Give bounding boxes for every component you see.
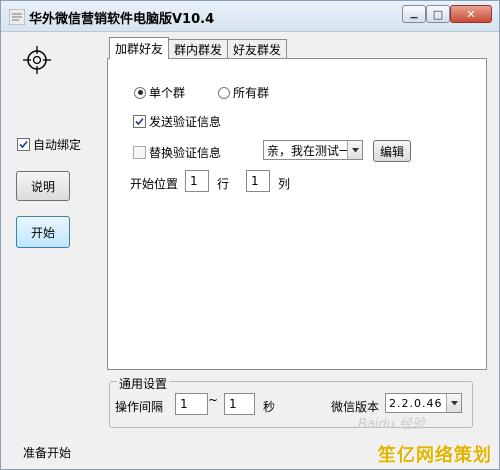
verify-message-value: 亲，我在测试一 [267, 143, 347, 158]
main-window: 华外微信营销软件电脑版V10.4 ▁ □ ✕ 自动绑定 说明 开始 加群好友 群… [0, 0, 500, 470]
send-verify-label: 发送验证信息 [149, 115, 222, 129]
watermark-text: Baidu 经验 [358, 417, 426, 432]
tab-add-group-friends[interactable]: 加群好友 [109, 37, 169, 59]
start-col-input[interactable]: 1 [246, 170, 270, 192]
status-text: 准备开始 [23, 446, 72, 460]
tab-group-broadcast[interactable]: 群内群发 [168, 39, 228, 58]
title-bar[interactable]: 华外微信营销软件电脑版V10.4 ▁ □ ✕ [1, 1, 499, 32]
brand-watermark: 笙亿网络策划 [378, 445, 492, 466]
close-icon: ✕ [466, 7, 476, 21]
edit-button[interactable]: 编辑 [373, 140, 411, 162]
auto-bind-checkbox[interactable]: 自动绑定 [17, 136, 81, 153]
chevron-down-icon[interactable] [347, 141, 362, 159]
common-settings-title: 通用设置 [117, 375, 170, 392]
minimize-icon: ▁ [410, 8, 418, 19]
radio-all-groups-dot[interactable] [218, 86, 230, 99]
checkmark-icon [135, 117, 144, 126]
interval-label: 操作间隔 [115, 400, 164, 414]
maximize-icon: □ [432, 7, 444, 21]
checkmark-icon [19, 140, 28, 149]
maximize-button[interactable]: □ [426, 5, 450, 23]
start-row-input[interactable]: 1 [185, 170, 209, 192]
window-title: 华外微信营销软件电脑版V10.4 [29, 12, 215, 27]
send-verify-checkbox[interactable]: 发送验证信息 [133, 113, 221, 130]
radio-single-group-label: 单个群 [149, 86, 186, 100]
interval-separator: ~ [208, 393, 219, 407]
radio-single-group-dot[interactable] [134, 86, 146, 99]
tab-friend-broadcast[interactable]: 好友群发 [227, 39, 287, 58]
interval-from-input[interactable]: 1 [175, 393, 208, 415]
col-unit-label: 列 [278, 177, 291, 191]
replace-verify-checkbox-box[interactable] [133, 146, 146, 159]
wechat-version-select[interactable]: 2.2.0.46 [385, 393, 462, 413]
close-button[interactable]: ✕ [450, 5, 492, 23]
crosshair-icon[interactable] [23, 46, 51, 74]
app-icon [9, 9, 25, 25]
help-button[interactable]: 说明 [16, 171, 70, 201]
radio-single-group[interactable]: 单个群 [134, 84, 185, 101]
interval-to-input[interactable]: 1 [224, 393, 255, 415]
verify-message-select[interactable]: 亲，我在测试一 [263, 140, 363, 160]
radio-all-groups[interactable]: 所有群 [218, 84, 269, 101]
send-verify-checkbox-box[interactable] [133, 115, 146, 128]
start-button[interactable]: 开始 [16, 216, 70, 248]
auto-bind-checkbox-box[interactable] [17, 138, 30, 151]
wechat-version-value: 2.2.0.46 [389, 396, 443, 410]
replace-verify-checkbox[interactable]: 替换验证信息 [133, 144, 221, 161]
radio-all-groups-label: 所有群 [233, 86, 270, 100]
auto-bind-label: 自动绑定 [33, 138, 82, 152]
replace-verify-label: 替换验证信息 [149, 146, 222, 160]
interval-unit-label: 秒 [263, 400, 276, 414]
chevron-down-icon[interactable] [446, 394, 461, 412]
row-unit-label: 行 [217, 177, 230, 191]
minimize-button[interactable]: ▁ [402, 5, 426, 23]
tab-panel: 单个群 所有群 发送验证信息 替换验证信息 亲，我在测试一 编辑 开始位置 1 … [107, 58, 487, 370]
start-position-label: 开始位置 [130, 177, 179, 191]
